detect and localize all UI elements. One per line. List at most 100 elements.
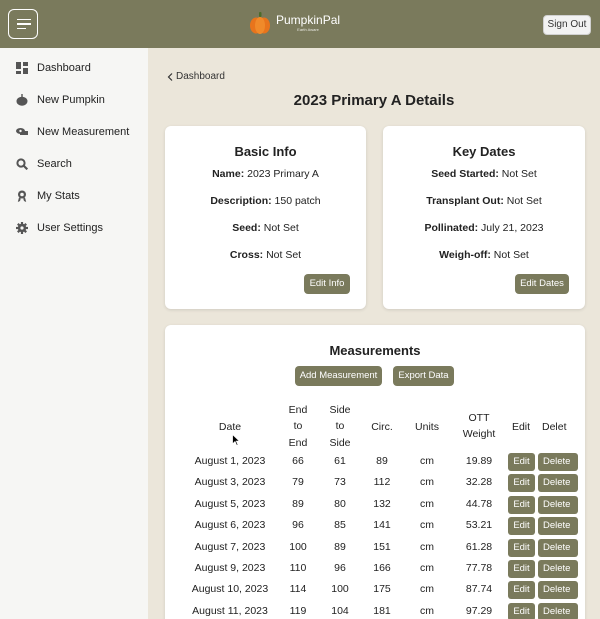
cell-ott-weight: 97.29 <box>465 604 493 617</box>
date-field-pollinated: Pollinated: July 21, 2023 <box>383 222 585 234</box>
cell-end-to-end: 100 <box>289 540 307 553</box>
add-measurement-button[interactable]: Add Measurement <box>295 366 382 386</box>
page-title: 2023 Primary A Details <box>293 92 455 109</box>
edit-row-button[interactable]: Edit <box>508 474 535 493</box>
delete-row-button[interactable]: Delete <box>538 602 578 619</box>
info-field-seed: Seed: Not Set <box>165 222 366 234</box>
sidebar-item-search[interactable]: Search <box>16 154 72 174</box>
pumpkin-logo-icon <box>250 12 270 34</box>
cell-date: August 6, 2023 <box>194 519 266 532</box>
award-icon <box>17 190 27 202</box>
field-label: Cross: <box>229 249 264 261</box>
cell-end-to-end: 110 <box>289 562 307 574</box>
sidebar-item-new-pumpkin[interactable]: New Pumpkin <box>16 90 105 110</box>
sidebar-item-label: User Settings <box>37 222 104 234</box>
col-header-edit: Edit <box>511 421 531 433</box>
cell-side-to-side: 100 <box>331 583 349 596</box>
cell-side-to-side: 73 <box>334 476 346 489</box>
edit-row-button[interactable]: Edit <box>508 517 535 536</box>
card-title: Basic Info <box>234 144 297 159</box>
delete-row-button[interactable]: Delete <box>538 517 578 536</box>
sidebar-item-my-stats[interactable]: My Stats <box>16 186 80 206</box>
sidebar-item-new-measurement[interactable]: New Measurement <box>16 122 129 142</box>
cell-circ: 89 <box>376 455 388 467</box>
cell-side-to-side: 89 <box>334 540 346 553</box>
menu-toggle-button[interactable] <box>8 9 38 39</box>
sidebar-item-label: Dashboard <box>37 62 91 74</box>
edit-row-button[interactable]: Edit <box>508 560 535 578</box>
cell-date: August 11, 2023 <box>192 604 268 617</box>
card-title: Measurements <box>329 343 421 358</box>
card-title: Key Dates <box>452 144 516 159</box>
edit-row-button[interactable]: Edit <box>508 495 535 514</box>
cell-ott-weight: 87.74 <box>465 583 493 596</box>
cell-end-to-end: 114 <box>289 583 307 596</box>
col-header-units: Units <box>415 421 439 433</box>
hamburger-icon <box>17 18 31 21</box>
export-data-button[interactable]: Export Data <box>393 366 454 386</box>
field-label: Seed: <box>232 222 261 234</box>
breadcrumb-link[interactable]: Dashboard <box>176 71 225 82</box>
brand-tagline: Earth Aware <box>297 27 319 32</box>
cell-end-to-end: 119 <box>289 604 307 617</box>
delete-row-button[interactable]: Delete <box>538 453 578 471</box>
col-header-side-to-side: Side to Side <box>329 404 351 449</box>
cell-circ: 132 <box>373 497 391 510</box>
edit-dates-button[interactable]: Edit Dates <box>515 274 569 294</box>
cell-ott-weight: 19.89 <box>465 455 493 467</box>
sidebar-item-label: My Stats <box>37 190 80 202</box>
sidebar-item-label: New Pumpkin <box>37 94 105 106</box>
col-header-delete: Delet <box>542 421 567 433</box>
delete-row-button[interactable]: Delete <box>538 495 578 514</box>
main-content: Dashboard 2023 Primary A Details Basic I… <box>148 48 600 619</box>
sign-out-button[interactable]: Sign Out <box>543 15 591 35</box>
edit-row-button[interactable]: Edit <box>508 602 535 619</box>
info-field-description: Description: 150 patch <box>165 195 366 207</box>
edit-row-button[interactable]: Edit <box>508 453 535 471</box>
cell-circ: 112 <box>373 476 391 489</box>
cell-units: cm <box>420 540 434 553</box>
delete-row-button[interactable]: Delete <box>538 581 578 600</box>
cell-end-to-end: 66 <box>292 455 304 467</box>
hamburger-icon-line <box>17 27 26 30</box>
cell-circ: 141 <box>373 519 391 532</box>
col-header-circ: Circ. <box>371 421 393 433</box>
field-value: 2023 Primary A <box>244 168 319 180</box>
delete-row-button[interactable]: Delete <box>538 538 578 557</box>
sidebar-item-user-settings[interactable]: User Settings <box>16 218 103 238</box>
sidebar: Dashboard New Pumpkin New Measurement Se… <box>0 48 148 619</box>
cell-ott-weight: 32.28 <box>465 476 493 489</box>
brand-logo[interactable]: PumpkinPal Earth Aware <box>248 11 340 35</box>
edit-row-button[interactable]: Edit <box>508 538 535 557</box>
edit-row-button[interactable]: Edit <box>508 581 535 600</box>
date-field-transplant-out: Transplant Out: Not Set <box>383 195 585 207</box>
field-value: July 21, 2023 <box>478 222 544 234</box>
breadcrumb[interactable]: Dashboard <box>167 71 225 82</box>
cell-circ: 151 <box>373 540 391 553</box>
field-label: Transplant Out: <box>426 195 504 207</box>
delete-row-button[interactable]: Delete <box>538 474 578 493</box>
chevron-left-icon <box>167 72 173 81</box>
date-field-weigh-off: Weigh-off: Not Set <box>383 249 585 261</box>
cell-end-to-end: 89 <box>292 497 304 510</box>
cell-ott-weight: 44.78 <box>465 497 493 510</box>
cell-units: cm <box>420 519 434 532</box>
cell-side-to-side: 61 <box>334 455 346 467</box>
field-label: Pollinated: <box>424 222 479 234</box>
dashboard-icon <box>16 62 28 74</box>
cell-circ: 181 <box>373 604 391 617</box>
field-label: Description: <box>210 195 272 207</box>
cell-date: August 5, 2023 <box>194 497 266 510</box>
field-value: Not Set <box>503 195 542 207</box>
pumpkin-icon <box>16 94 28 106</box>
col-header-date: Date <box>218 421 242 433</box>
edit-info-button[interactable]: Edit Info <box>304 274 350 294</box>
col-header-end-to-end: End to End <box>288 404 308 449</box>
info-field-cross: Cross: Not Set <box>165 249 366 261</box>
brand-name: PumpkinPal <box>276 13 341 27</box>
field-value: Not Set <box>263 249 302 261</box>
cell-ott-weight: 53.21 <box>465 519 493 532</box>
delete-row-button[interactable]: Delete <box>538 560 578 578</box>
sidebar-item-dashboard[interactable]: Dashboard <box>16 58 91 78</box>
cell-side-to-side: 80 <box>334 497 346 510</box>
